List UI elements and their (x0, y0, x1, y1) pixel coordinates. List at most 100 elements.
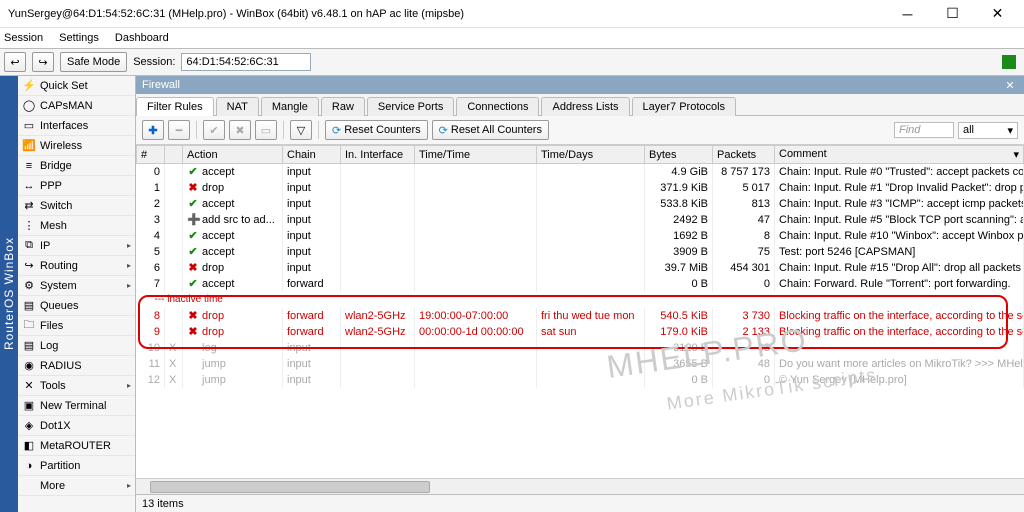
sidenav-item[interactable]: ▤Queues (18, 296, 135, 316)
table-row[interactable]: 7✔ acceptforward0 B0Chain: Forward. Rule… (137, 276, 1024, 292)
sidenav-item[interactable]: ↔ PPP (18, 176, 135, 196)
rules-grid[interactable]: #ActionChainIn. InterfaceTime/TimeTime/D… (136, 145, 1024, 478)
sidenav-item[interactable]: ✕ Tools ▸ (18, 376, 135, 396)
nav-icon: ⋮ (22, 219, 36, 233)
tab[interactable]: Address Lists (541, 97, 629, 116)
nav-label: PPP (40, 180, 62, 192)
content-panel: Firewall ✕ Filter RulesNATMangleRawServi… (136, 76, 1024, 512)
menu-dashboard[interactable]: Dashboard (115, 32, 169, 44)
find-input[interactable]: Find (894, 122, 954, 138)
sidenav-item[interactable]: 📶Wireless (18, 136, 135, 156)
tab[interactable]: Service Ports (367, 97, 454, 116)
nav-label: Wireless (40, 140, 82, 152)
table-row[interactable]: 8✖ dropforwardwlan2-5GHz19:00:00-07:00:0… (137, 308, 1024, 324)
panel-close-icon[interactable]: ✕ (1002, 79, 1018, 92)
nav-icon: ▭ (22, 119, 36, 133)
table-row[interactable]: 9✖ dropforwardwlan2-5GHz00:00:00-1d 00:0… (137, 324, 1024, 340)
nav-label: Interfaces (40, 120, 88, 132)
table-row[interactable]: 5✔ acceptinput3909 B75Test: port 5246 [C… (137, 244, 1024, 260)
session-field[interactable]: 64:D1:54:52:6C:31 (181, 53, 311, 71)
reset-counters-button[interactable]: ⟳Reset Counters (325, 120, 428, 140)
nav-label: Files (40, 320, 63, 332)
sidenav-item[interactable]: ◈Dot1X (18, 416, 135, 436)
table-row[interactable]: --- inactive time (137, 292, 1024, 308)
nav-label: CAPsMAN (40, 100, 93, 112)
nav-icon: ≡ (22, 159, 36, 173)
table-row[interactable]: 2✔ acceptinput533.8 KiB813Chain: Input. … (137, 196, 1024, 212)
safe-mode-button[interactable]: Safe Mode (60, 52, 127, 72)
table-row[interactable]: 1✖ dropinput371.9 KiB5 017Chain: Input. … (137, 180, 1024, 196)
nav-label: Quick Set (40, 80, 88, 92)
comment-button[interactable]: ▭ (255, 120, 277, 140)
titlebar: YunSergey@64:D1:54:52:6C:31 (MHelp.pro) … (0, 0, 1024, 28)
tab[interactable]: NAT (216, 97, 259, 116)
table-row[interactable]: 12X jumpinput0 B0© Yun Sergey [MHelp.pro… (137, 372, 1024, 388)
sidenav-item[interactable]: ▤Log (18, 336, 135, 356)
sidenav-item[interactable]: 🗀Files (18, 316, 135, 336)
nav-label: Queues (40, 300, 79, 312)
sidenav-item[interactable]: More▸ (18, 476, 135, 496)
menu-session[interactable]: Session (4, 32, 43, 44)
sidenav-item[interactable]: ◧MetaROUTER (18, 436, 135, 456)
nav-label: Bridge (40, 160, 72, 172)
tab[interactable]: Mangle (261, 97, 319, 116)
sidenav: ⚡Quick Set ◯ CAPsMAN ▭ Interfaces 📶Wireless ≡ B… (18, 76, 136, 512)
add-button[interactable]: ✚ (142, 120, 164, 140)
minimize-button[interactable]: ─ (885, 0, 930, 28)
filter-select[interactable]: all▾ (958, 122, 1018, 139)
table-row[interactable]: 3➕ add src to ad...input2492 B47Chain: I… (137, 212, 1024, 228)
filter-button[interactable]: ▽ (290, 120, 312, 140)
nav-icon: ◯ (22, 99, 36, 113)
menu-settings[interactable]: Settings (59, 32, 99, 44)
chevron-right-icon: ▸ (127, 381, 131, 390)
close-button[interactable]: ✕ (975, 0, 1020, 28)
table-row[interactable]: 11X jumpinput3655 B48Do you want more ar… (137, 356, 1024, 372)
chevron-right-icon: ▸ (127, 241, 131, 250)
nav-label: Partition (40, 460, 80, 472)
sidenav-item[interactable]: ≡ Bridge (18, 156, 135, 176)
reset-all-counters-button[interactable]: ⟳Reset All Counters (432, 120, 549, 140)
tab[interactable]: Raw (321, 97, 365, 116)
sidenav-item[interactable]: ⧉IP▸ (18, 236, 135, 256)
sidenav-item[interactable]: ◑ Partition (18, 456, 135, 476)
sidenav-item[interactable]: ⋮ Mesh (18, 216, 135, 236)
sidenav-item[interactable]: ◯ CAPsMAN (18, 96, 135, 116)
enable-button[interactable]: ✔ (203, 120, 225, 140)
session-label: Session: (133, 56, 175, 68)
horizontal-scrollbar[interactable] (136, 478, 1024, 494)
nav-label: Tools (40, 380, 66, 392)
table-row[interactable]: 0✔ acceptinput4.9 GiB8 757 173Chain: Inp… (137, 164, 1024, 180)
tab[interactable]: Connections (456, 97, 539, 116)
tab[interactable]: Layer7 Protocols (632, 97, 737, 116)
disable-button[interactable]: ✖ (229, 120, 251, 140)
chevron-right-icon: ▸ (127, 281, 131, 290)
sidenav-item[interactable]: ▭ Interfaces (18, 116, 135, 136)
nav-icon: ↔ (22, 179, 36, 193)
nav-label: Mesh (40, 220, 67, 232)
nav-icon: ✕ (22, 379, 36, 393)
sidenav-item[interactable]: ◉RADIUS (18, 356, 135, 376)
sidenav-item[interactable]: ⚡Quick Set (18, 76, 135, 96)
sidenav-item[interactable]: ⚙System▸ (18, 276, 135, 296)
remove-button[interactable]: ━ (168, 120, 190, 140)
filter-toolbar: ✚ ━ ✔ ✖ ▭ ▽ ⟳Reset Counters ⟳Reset All C… (136, 116, 1024, 145)
table-row[interactable]: 10X loginput3120 B33 (137, 340, 1024, 356)
grid-header[interactable]: #ActionChainIn. InterfaceTime/TimeTime/D… (137, 146, 1024, 164)
redo-button[interactable]: ↪ (32, 52, 54, 72)
sidenav-item[interactable]: ↪Routing▸ (18, 256, 135, 276)
table-row[interactable]: 6✖ dropinput39.7 MiB454 301Chain: Input.… (137, 260, 1024, 276)
nav-icon: ▤ (22, 339, 36, 353)
sidenav-item[interactable]: ▣New Terminal (18, 396, 135, 416)
maximize-button[interactable]: ☐ (930, 0, 975, 28)
sidenav-item[interactable]: ⇄Switch (18, 196, 135, 216)
tab[interactable]: Filter Rules (136, 97, 214, 116)
table-row[interactable]: 4✔ acceptinput1692 B8Chain: Input. Rule … (137, 228, 1024, 244)
nav-icon: ◧ (22, 439, 36, 453)
nav-icon: ◑ (22, 459, 36, 473)
chevron-right-icon: ▸ (127, 261, 131, 270)
side-tab[interactable]: RouterOS WinBox (0, 76, 18, 512)
nav-label: New Terminal (40, 400, 106, 412)
panel-title: Firewall (142, 79, 1002, 91)
undo-button[interactable]: ↩ (4, 52, 26, 72)
nav-icon: ⚙ (22, 279, 36, 293)
